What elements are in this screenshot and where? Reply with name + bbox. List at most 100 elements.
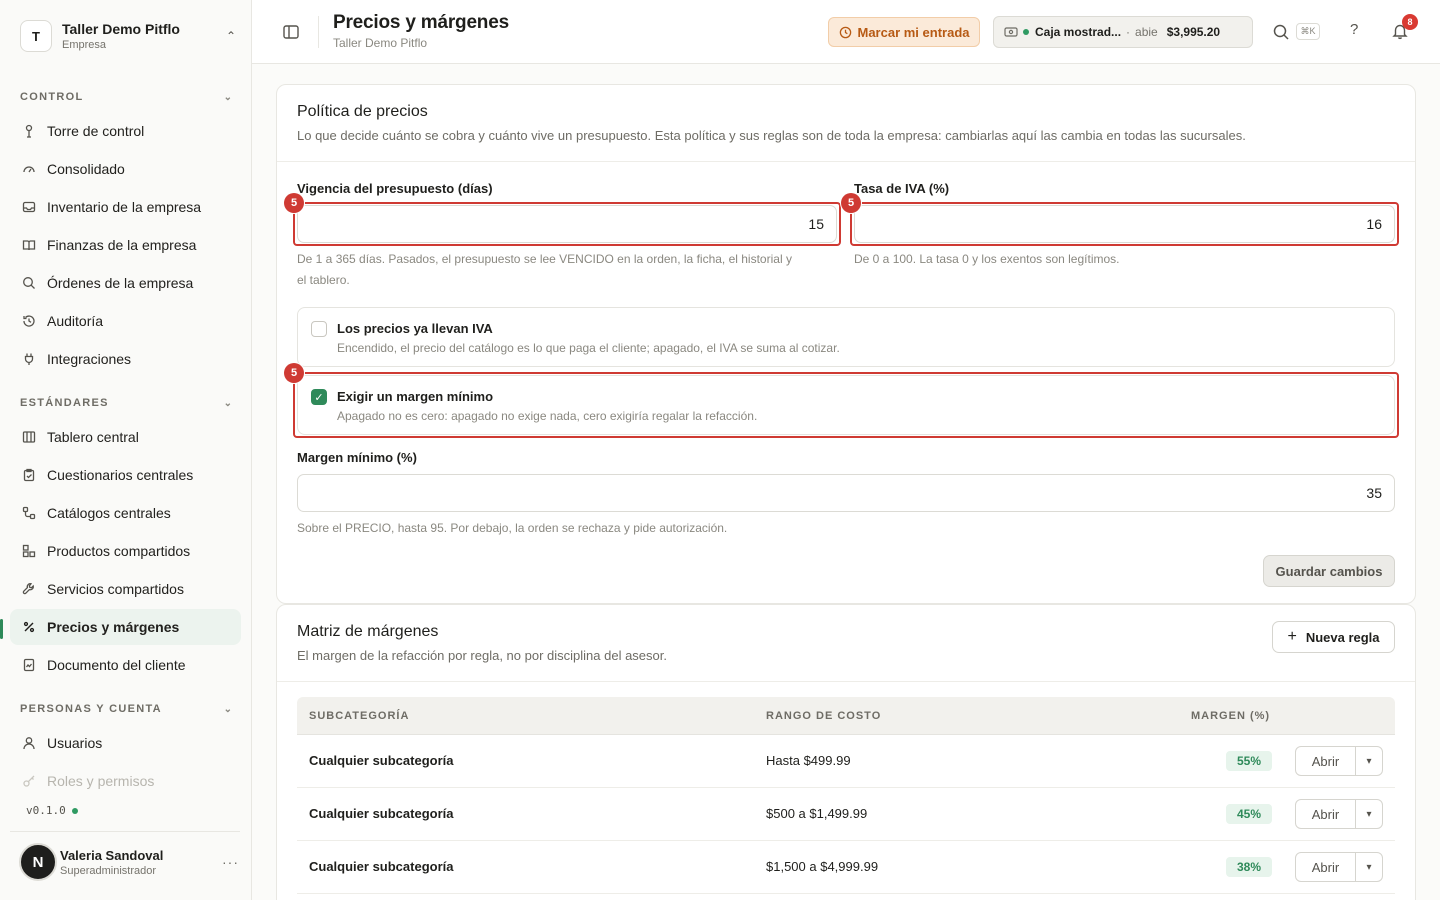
sidebar-item-label: Precios y márgenes [47,619,180,635]
divider [277,681,1415,682]
help-icon[interactable]: ? [1350,21,1358,38]
sidebar-item-roles[interactable]: Roles y permisos [10,763,241,799]
annotation-marker: 5 [841,193,861,213]
new-rule-button[interactable]: + Nueva regla [1272,621,1395,653]
option-description: Apagado no es cero: apagado no exige nad… [337,409,758,423]
divider [277,161,1415,162]
require-min-margin-checkbox[interactable]: ✓ [311,389,327,405]
columns-icon [21,429,37,445]
section-description: El margen de la refacción por regla, no … [297,648,667,663]
register-name: Caja mostrad... [1035,25,1122,39]
vat-rate-input[interactable]: 16 [854,205,1395,243]
user-name: Valeria Sandoval [60,847,164,863]
workspace-switcher[interactable]: T Taller Demo Pitflo Empresa ⌃ [20,18,236,54]
section-title: Matriz de márgenes [297,623,439,640]
boxes-icon [21,543,37,559]
annotation-marker: 5 [284,363,304,383]
sidebar-item-tablero-central[interactable]: Tablero central [10,419,241,455]
section-personas[interactable]: PERSONAS Y CUENTA ⌄ [20,701,232,717]
section-title: Política de precios [297,103,428,120]
option-title: Exigir un margen mínimo [337,389,494,404]
section-description: Lo que decide cuánto se cobra y cuánto v… [297,128,1246,143]
margin-badge: 38% [1226,857,1272,877]
prices-include-vat-option[interactable]: Los precios ya llevan IVA Encendido, el … [297,307,1395,367]
new-rule-label: Nueva regla [1305,629,1380,645]
sidebar-item-servicios[interactable]: Servicios compartidos [10,571,241,607]
sidebar-item-auditoria[interactable]: Auditoría [10,303,241,339]
open-button[interactable]: Abrir [1296,853,1356,881]
history-icon [21,313,37,329]
sidebar-item-productos[interactable]: Productos compartidos [10,533,241,569]
sidebar-item-torre-de-control[interactable]: Torre de control [10,113,241,149]
subcategory-cell: Cualquier subcategoría [309,753,454,768]
help-line: De 1 a 365 días. Pasados, el presupuesto… [297,252,792,266]
sidebar-item-label: Documento del cliente [47,657,186,673]
sidebar-item-label: Integraciones [47,351,132,367]
sidebar-item-catalogos[interactable]: Catálogos centrales [10,495,241,531]
sidebar-item-label: Tablero central [47,429,139,445]
table-row: Cualquier subcategoría $500 a $1,499.99 … [297,788,1395,841]
sidebar-item-finanzas[interactable]: Finanzas de la empresa [10,227,241,263]
margin-badge: 55% [1226,751,1272,771]
workspace-type: Empresa [62,39,107,51]
page-title: Precios y márgenes [333,12,509,33]
help-line: el tablero. [297,273,350,287]
workspace-name: Taller Demo Pitflo [62,21,180,37]
vat-label: Tasa de IVA (%) [854,181,950,196]
status-dot [71,807,78,814]
section-control[interactable]: CONTROL ⌄ [20,89,232,105]
validity-days-input[interactable]: 15 [297,205,837,243]
save-button[interactable]: Guardar cambios [1263,555,1395,587]
cost-range-cell: $1,500 a $4,999.99 [766,859,879,874]
column-header-cost-range: RANGO DE COSTO [766,710,882,722]
sidebar-item-precios-y-margenes[interactable]: Precios y márgenes [10,609,241,645]
sidebar-item-label: Productos compartidos [47,543,191,559]
sidebar-item-usuarios[interactable]: Usuarios [10,725,241,761]
clock-icon [839,26,851,38]
sidebar-item-label: Catálogos centrales [47,505,171,521]
tower-icon [21,123,37,139]
table-header: SUBCATEGORÍA RANGO DE COSTO MARGEN (%) [297,697,1395,735]
page-subtitle: Taller Demo Pitflo [333,36,428,50]
register-status: abie [1135,25,1158,39]
sidebar-item-label: Torre de control [47,123,145,139]
sidebar-item-inventario[interactable]: Inventario de la empresa [10,189,241,225]
section-estandares[interactable]: ESTÁNDARES ⌄ [20,395,232,411]
open-button[interactable]: Abrir [1296,747,1356,775]
clock-in-label: Marcar mi entrada [857,24,970,40]
chevron-down-icon[interactable]: ▾ [1356,747,1382,775]
sidebar-item-ordenes[interactable]: Órdenes de la empresa [10,265,241,301]
cost-range-cell: Hasta $499.99 [766,753,851,768]
sidebar-item-label: Finanzas de la empresa [47,237,197,253]
require-min-margin-option[interactable]: ✓ Exigir un margen mínimo Apagado no es … [297,375,1395,435]
pricing-policy-card: Política de precios Lo que decide cuánto… [276,84,1416,604]
search-icon[interactable] [1272,23,1290,41]
min-margin-input[interactable]: 35 [297,474,1395,512]
sidebar-item-label: Inventario de la empresa [47,199,202,215]
user-role: Superadministrador [60,864,156,877]
sidebar-item-cuestionarios[interactable]: Cuestionarios centrales [10,457,241,493]
avatar: N [19,843,57,881]
table-row: Cualquier subcategoría Hasta $499.99 55%… [297,735,1395,788]
inbox-icon [21,199,37,215]
subcategory-cell: Cualquier subcategoría [309,859,454,874]
sidebar-item-documento-cliente[interactable]: Documento del cliente [10,647,241,683]
more-icon[interactable]: ··· [222,854,239,870]
user-menu[interactable]: N Valeria Sandoval Superadministrador ··… [19,842,239,882]
min-margin-help: Sobre el PRECIO, hasta 95. Por debajo, l… [297,521,728,535]
active-indicator [0,619,3,639]
cost-range-cell: $500 a $1,499.99 [766,806,868,821]
book-icon [21,237,37,253]
open-split-button: Abrir ▾ [1295,852,1383,882]
chevron-down-icon[interactable]: ▾ [1356,853,1382,881]
document-icon [21,657,37,673]
prices-include-vat-checkbox[interactable] [311,321,327,337]
clock-in-button[interactable]: Marcar mi entrada [828,17,980,47]
sidebar-toggle-icon[interactable] [282,23,300,41]
chevron-down-icon[interactable]: ▾ [1356,800,1382,828]
plug-icon [21,351,37,367]
sidebar-item-integraciones[interactable]: Integraciones [10,341,241,377]
open-button[interactable]: Abrir [1296,800,1356,828]
cash-register-selector[interactable]: Caja mostrad... · abie $3,995.20 [993,16,1253,48]
sidebar-item-consolidado[interactable]: Consolidado [10,151,241,187]
